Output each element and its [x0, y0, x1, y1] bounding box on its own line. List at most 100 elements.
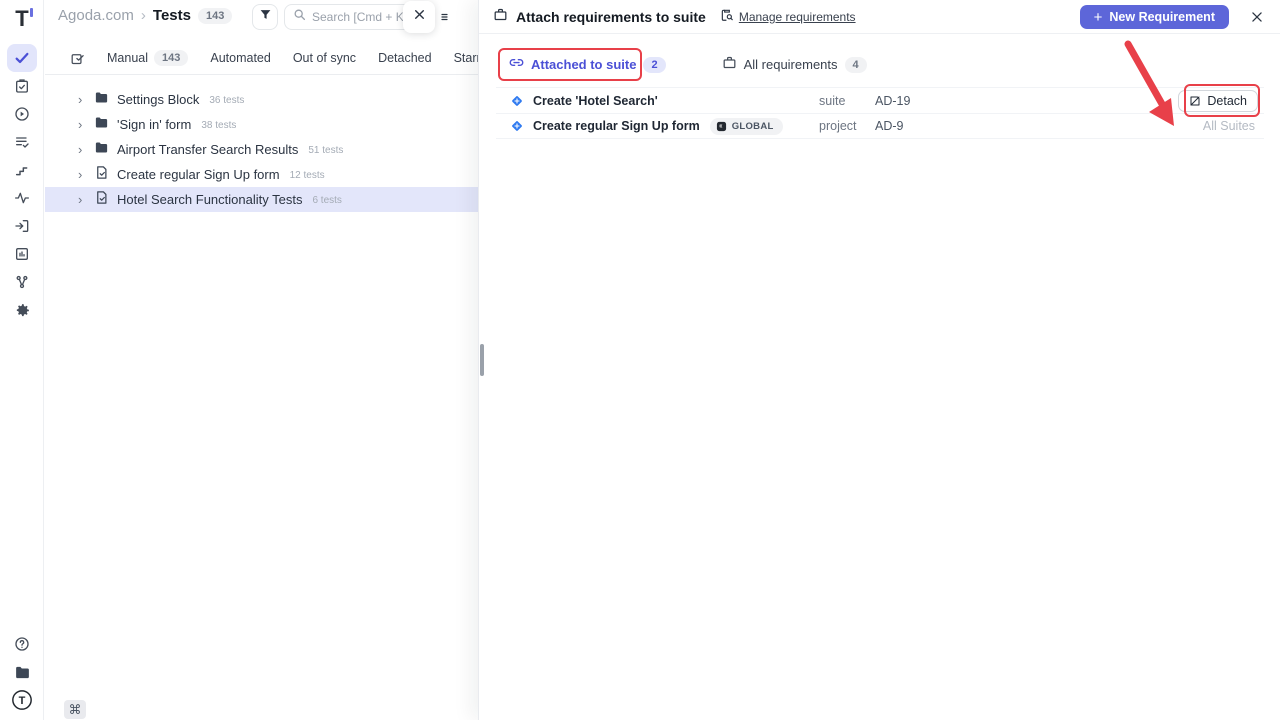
chevron-right-icon[interactable]: › — [78, 143, 86, 156]
view-options-icon[interactable] — [440, 10, 452, 29]
tree-item-label: Create regular Sign Up form — [117, 167, 280, 182]
requirement-id: AD-19 — [875, 94, 910, 108]
folder-icon — [94, 140, 109, 160]
chevron-right-icon[interactable]: › — [78, 93, 86, 106]
sidebar-item-settings[interactable] — [7, 296, 37, 324]
filter-tabs: Manual 143 Automated Out of sync Detache… — [45, 42, 478, 75]
tab-attached-to-suite[interactable]: Attached to suite 2 — [509, 55, 666, 75]
tab-out-of-sync-label: Out of sync — [293, 51, 356, 65]
breadcrumb-project[interactable]: Agoda.com — [58, 7, 134, 24]
chevron-right-icon[interactable]: › — [78, 168, 86, 181]
help-button[interactable] — [7, 630, 37, 658]
tree-item-count: 12 tests — [290, 170, 325, 181]
bulk-edit-icon[interactable] — [70, 51, 85, 66]
requirement-id: AD-9 — [875, 119, 903, 133]
tree-item-label: Settings Block — [117, 92, 199, 107]
requirement-type: suite — [819, 94, 845, 108]
sidebar-item-pulse[interactable] — [7, 184, 37, 212]
app-logo-letter: T — [15, 6, 28, 31]
detach-label: Detach — [1207, 94, 1247, 108]
tree-item-label: Hotel Search Functionality Tests — [117, 192, 302, 207]
requirement-title: Create regular Sign Up form — [533, 119, 700, 133]
tree-item-label: 'Sign in' form — [117, 117, 191, 132]
filter-button[interactable] — [252, 4, 278, 30]
tree-row-sign-in-form[interactable]: › 'Sign in' form 38 tests — [45, 112, 478, 137]
manage-requirements-link[interactable]: Manage requirements — [720, 8, 856, 25]
gear-icon — [14, 302, 31, 319]
sidebar-item-test-plans[interactable] — [7, 72, 37, 100]
brand-circle-icon: T — [11, 689, 33, 711]
tests-panel: Agoda.com › Tests 143 Manual 143 Automat… — [45, 0, 478, 720]
requirement-type: project — [819, 119, 857, 133]
app-logo-accent — [30, 8, 33, 17]
tree-item-count: 36 tests — [209, 95, 244, 106]
keyboard-shortcut-button[interactable]: ⌘ — [64, 700, 86, 719]
app-window: T — [0, 0, 1280, 720]
new-requirement-button[interactable]: + New Requirement — [1080, 5, 1229, 29]
funnel-icon — [259, 8, 272, 26]
tab-starred-label: Starred — [454, 51, 478, 65]
document-check-icon — [94, 190, 109, 210]
tab-out-of-sync[interactable]: Out of sync — [293, 51, 356, 65]
tab-automated-label: Automated — [210, 51, 270, 65]
tab-attached-count: 2 — [643, 57, 665, 73]
svg-text:T: T — [19, 695, 26, 707]
tab-all-requirements-count: 4 — [845, 57, 867, 73]
new-requirement-label: New Requirement — [1109, 10, 1215, 24]
link-icon — [509, 55, 524, 75]
detach-button[interactable]: Detach — [1178, 90, 1258, 112]
requirement-diamond-icon — [510, 119, 524, 133]
sidebar-item-analytics[interactable] — [7, 240, 37, 268]
tree-item-count: 38 tests — [201, 120, 236, 131]
sidebar-item-traceability[interactable] — [7, 268, 37, 296]
folder-icon — [94, 90, 109, 110]
requirement-row-hotel-search[interactable]: Create 'Hotel Search' suite AD-19 Detach — [496, 87, 1264, 113]
global-badge-label: GLOBAL — [732, 121, 774, 132]
panel-resize-handle[interactable] — [480, 344, 484, 376]
panel-title: Attach requirements to suite — [516, 9, 706, 25]
app-logo[interactable]: T — [8, 6, 36, 32]
clipboard-search-icon — [720, 8, 734, 25]
tab-automated[interactable]: Automated — [210, 51, 270, 65]
tree-row-hotel-search[interactable]: › Hotel Search Functionality Tests 6 tes… — [45, 187, 478, 212]
requirement-diamond-icon — [510, 94, 524, 108]
account-button[interactable]: T — [7, 686, 37, 714]
branch-icon — [14, 274, 30, 290]
sidebar-item-results[interactable] — [7, 128, 37, 156]
steps-icon — [14, 162, 30, 178]
tab-manual[interactable]: Manual 143 — [107, 50, 188, 66]
search-overlay-close-button[interactable] — [403, 1, 435, 33]
tab-detached[interactable]: Detached — [378, 51, 432, 65]
tab-starred[interactable]: Starred — [454, 51, 478, 65]
requirements-tabs: Attached to suite 2 All requirements 4 — [479, 48, 1280, 81]
search-icon — [293, 8, 306, 26]
clipboard-check-icon — [14, 78, 30, 94]
tree-row-airport-transfer[interactable]: › Airport Transfer Search Results 51 tes… — [45, 137, 478, 162]
help-icon — [14, 636, 30, 652]
document-check-icon — [94, 165, 109, 185]
chevron-right-icon[interactable]: › — [78, 118, 86, 131]
manage-requirements-label: Manage requirements — [739, 10, 856, 24]
folder-filled-icon — [14, 664, 31, 681]
tree-row-settings-block[interactable]: › Settings Block 36 tests — [45, 87, 478, 112]
chevron-right-icon[interactable]: › — [78, 193, 86, 206]
tab-manual-count: 143 — [154, 50, 188, 66]
sidebar-item-import[interactable] — [7, 212, 37, 240]
requirement-row-signup-form[interactable]: Create regular Sign Up form GLOBAL proje… — [496, 113, 1264, 139]
tests-count-badge: 143 — [198, 8, 232, 24]
tree-row-create-signup[interactable]: › Create regular Sign Up form 12 tests — [45, 162, 478, 187]
attach-requirements-panel: Attach requirements to suite Manage requ… — [478, 0, 1280, 720]
tab-all-requirements[interactable]: All requirements 4 — [722, 55, 867, 75]
projects-button[interactable] — [7, 658, 37, 686]
sidebar-item-tests[interactable] — [7, 44, 37, 72]
list-check-icon — [14, 134, 30, 150]
panel-close-button[interactable] — [1250, 10, 1264, 24]
detach-icon — [1189, 95, 1201, 107]
tree-item-label: Airport Transfer Search Results — [117, 142, 298, 157]
breadcrumb-section[interactable]: Tests — [153, 7, 191, 24]
sidebar-item-runs[interactable] — [7, 100, 37, 128]
icon-rail: T — [0, 0, 44, 720]
sidebar-item-steps[interactable] — [7, 156, 37, 184]
all-suites-label: All Suites — [1203, 119, 1255, 133]
tree-item-count: 6 tests — [312, 195, 341, 206]
